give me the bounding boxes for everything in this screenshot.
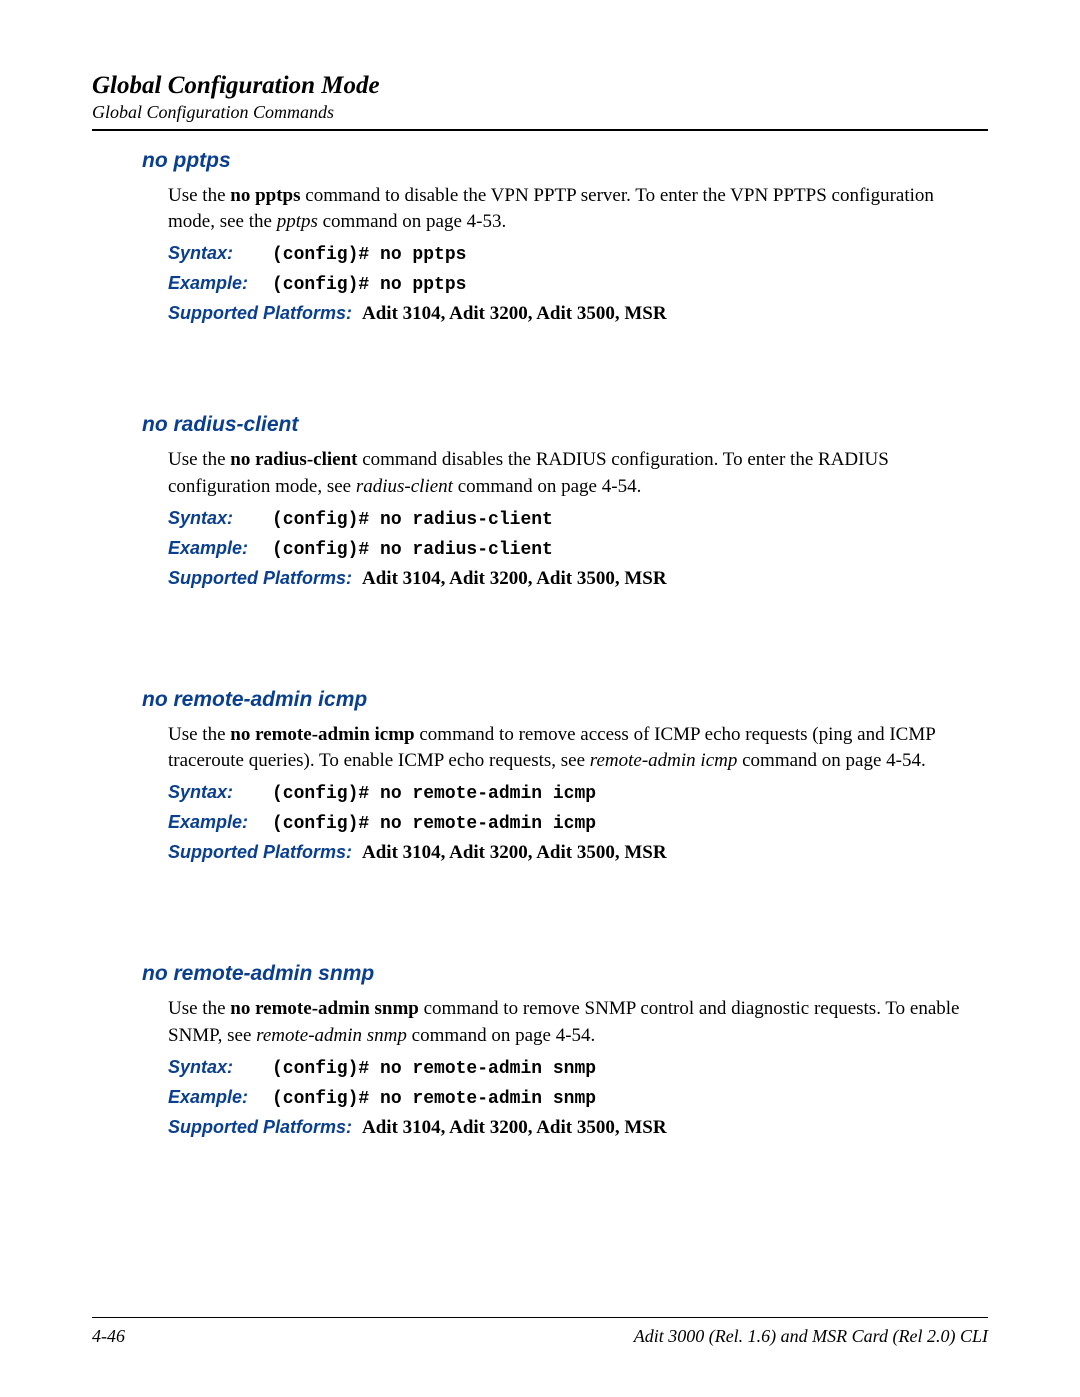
section-no-radius-client: no radius-client Use the no radius-clien… — [142, 413, 978, 589]
example-label: Example: — [168, 812, 272, 833]
content-area: no pptps Use the no pptps command to dis… — [92, 149, 988, 1139]
example-value: (config)# no radius-client — [272, 540, 553, 560]
platforms-row: Supported Platforms: Adit 3104, Adit 320… — [168, 303, 978, 325]
header-subtitle: Global Configuration Commands — [92, 102, 988, 123]
section-no-remote-admin-snmp: no remote-admin snmp Use the no remote-a… — [142, 962, 978, 1138]
platforms-value: Adit 3104, Adit 3200, Adit 3500, MSR — [362, 842, 667, 863]
example-row: Example: (config)# no radius-client — [168, 538, 978, 560]
para-text: command on page 4-54. — [453, 476, 641, 497]
syntax-row: Syntax: (config)# no radius-client — [168, 508, 978, 530]
platforms-row: Supported Platforms: Adit 3104, Adit 320… — [168, 842, 978, 864]
example-row: Example: (config)# no pptps — [168, 273, 978, 295]
para-italic: remote-admin snmp — [256, 1025, 407, 1046]
para-text: Use the — [168, 449, 230, 470]
section-heading-no-pptps: no pptps — [142, 149, 978, 173]
para-text: Use the — [168, 185, 230, 206]
section-para-no-pptps: Use the no pptps command to disable the … — [168, 183, 978, 235]
section-body-no-pptps: Use the no pptps command to disable the … — [168, 183, 978, 325]
page-header: Global Configuration Mode Global Configu… — [92, 72, 988, 131]
syntax-row: Syntax: (config)# no remote-admin icmp — [168, 782, 978, 804]
example-value: (config)# no remote-admin snmp — [272, 1089, 596, 1109]
platforms-row: Supported Platforms: Adit 3104, Adit 320… — [168, 568, 978, 590]
para-bold: no remote-admin snmp — [230, 998, 419, 1019]
header-rule — [92, 129, 988, 131]
section-para-no-remote-admin-icmp: Use the no remote-admin icmp command to … — [168, 722, 978, 774]
platforms-label: Supported Platforms: — [168, 1117, 352, 1137]
footer-page-number: 4-46 — [92, 1326, 125, 1347]
syntax-label: Syntax: — [168, 243, 272, 264]
section-heading-no-remote-admin-icmp: no remote-admin icmp — [142, 688, 978, 712]
platforms-value: Adit 3104, Adit 3200, Adit 3500, MSR — [362, 303, 667, 324]
syntax-value: (config)# no remote-admin icmp — [272, 784, 596, 804]
syntax-value: (config)# no radius-client — [272, 510, 553, 530]
section-heading-no-radius-client: no radius-client — [142, 413, 978, 437]
section-para-no-remote-admin-snmp: Use the no remote-admin snmp command to … — [168, 996, 978, 1048]
section-no-pptps: no pptps Use the no pptps command to dis… — [142, 149, 978, 325]
page-footer: 4-46 Adit 3000 (Rel. 1.6) and MSR Card (… — [92, 1317, 988, 1347]
platforms-value: Adit 3104, Adit 3200, Adit 3500, MSR — [362, 1117, 667, 1138]
para-italic: radius-client — [356, 476, 453, 497]
example-label: Example: — [168, 273, 272, 294]
platforms-value: Adit 3104, Adit 3200, Adit 3500, MSR — [362, 568, 667, 589]
para-text: Use the — [168, 724, 230, 745]
section-body-no-remote-admin-snmp: Use the no remote-admin snmp command to … — [168, 996, 978, 1138]
document-page: Global Configuration Mode Global Configu… — [0, 0, 1080, 1397]
footer-doc-title: Adit 3000 (Rel. 1.6) and MSR Card (Rel 2… — [634, 1326, 988, 1347]
section-no-remote-admin-icmp: no remote-admin icmp Use the no remote-a… — [142, 688, 978, 864]
footer-rule — [92, 1317, 988, 1318]
example-value: (config)# no pptps — [272, 275, 466, 295]
para-bold: no remote-admin icmp — [230, 724, 414, 745]
example-label: Example: — [168, 1087, 272, 1108]
para-italic: remote-admin icmp — [590, 750, 738, 771]
section-body-no-remote-admin-icmp: Use the no remote-admin icmp command to … — [168, 722, 978, 864]
example-value: (config)# no remote-admin icmp — [272, 814, 596, 834]
example-label: Example: — [168, 538, 272, 559]
section-body-no-radius-client: Use the no radius-client command disable… — [168, 447, 978, 589]
syntax-value: (config)# no pptps — [272, 245, 466, 265]
footer-line: 4-46 Adit 3000 (Rel. 1.6) and MSR Card (… — [92, 1326, 988, 1347]
section-heading-no-remote-admin-snmp: no remote-admin snmp — [142, 962, 978, 986]
syntax-label: Syntax: — [168, 508, 272, 529]
platforms-label: Supported Platforms: — [168, 842, 352, 862]
syntax-label: Syntax: — [168, 1057, 272, 1078]
example-row: Example: (config)# no remote-admin snmp — [168, 1087, 978, 1109]
platforms-row: Supported Platforms: Adit 3104, Adit 320… — [168, 1117, 978, 1139]
para-text: Use the — [168, 998, 230, 1019]
para-bold: no radius-client — [230, 449, 357, 470]
para-bold: no pptps — [230, 185, 300, 206]
section-para-no-radius-client: Use the no radius-client command disable… — [168, 447, 978, 499]
header-title: Global Configuration Mode — [92, 72, 988, 100]
example-row: Example: (config)# no remote-admin icmp — [168, 812, 978, 834]
syntax-row: Syntax: (config)# no remote-admin snmp — [168, 1057, 978, 1079]
platforms-label: Supported Platforms: — [168, 568, 352, 588]
syntax-row: Syntax: (config)# no pptps — [168, 243, 978, 265]
syntax-label: Syntax: — [168, 782, 272, 803]
para-text: command on page 4-53. — [318, 211, 506, 232]
para-text: command on page 4-54. — [737, 750, 925, 771]
syntax-value: (config)# no remote-admin snmp — [272, 1059, 596, 1079]
platforms-label: Supported Platforms: — [168, 303, 352, 323]
para-text: command on page 4-54. — [407, 1025, 595, 1046]
para-italic: pptps — [277, 211, 318, 232]
